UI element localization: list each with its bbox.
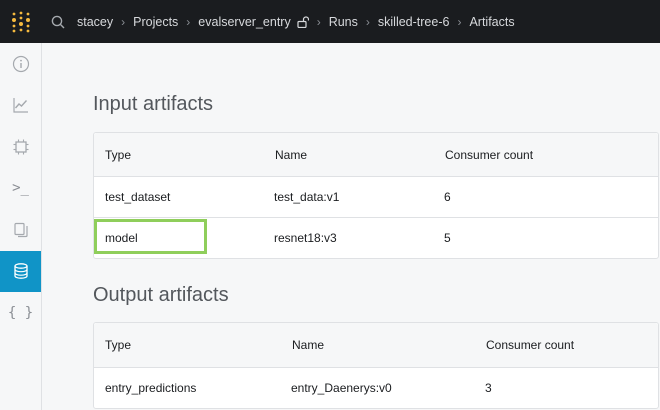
column-header-consumer-count[interactable]: Consumer count [486, 338, 574, 352]
table-row[interactable]: entry_predictions entry_Daenerys:v0 3 [94, 367, 658, 408]
search-icon[interactable] [41, 0, 75, 43]
unlock-icon[interactable] [297, 15, 309, 28]
chevron-right-icon: › [365, 14, 370, 29]
artifact-type: test_dataset [105, 190, 171, 204]
breadcrumb-project[interactable]: evalserver_entry [198, 15, 290, 29]
chevron-right-icon: › [121, 14, 126, 29]
chevron-right-icon: › [457, 14, 462, 29]
chevron-right-icon: › [316, 14, 321, 29]
column-header-type[interactable]: Type [105, 338, 131, 352]
column-header-name[interactable]: Name [292, 338, 324, 352]
sidebar-item-charts[interactable] [0, 85, 41, 127]
breadcrumb-run[interactable]: skilled-tree-6 [378, 15, 450, 29]
sidebar-item-artifacts[interactable] [0, 250, 41, 292]
artifact-name[interactable]: test_data:v1 [274, 190, 339, 204]
sidebar-item-system[interactable] [0, 126, 41, 168]
breadcrumb-page[interactable]: Artifacts [469, 15, 514, 29]
files-icon [13, 222, 28, 237]
output-artifacts-title: Output artifacts [93, 284, 229, 306]
sidebar-item-files[interactable] [0, 209, 41, 251]
input-artifacts-title: Input artifacts [93, 93, 214, 115]
terminal-icon: >_ [12, 180, 29, 197]
sidebar-item-overview[interactable] [0, 43, 41, 85]
table-header: Type Name Consumer count [94, 133, 658, 176]
consumer-count: 5 [444, 231, 451, 245]
breadcrumb-user[interactable]: stacey [77, 15, 113, 29]
column-header-name[interactable]: Name [275, 148, 307, 162]
output-artifacts-table: Type Name Consumer count entry_predictio… [93, 322, 659, 409]
sidebar-item-logs[interactable]: >_ [0, 168, 41, 210]
braces-icon: { } [7, 304, 34, 321]
artifact-type: model [105, 231, 138, 245]
input-artifacts-table: Type Name Consumer count test_dataset te… [93, 132, 659, 259]
consumer-count: 3 [485, 381, 492, 395]
table-row[interactable]: model resnet18:v3 5 [94, 217, 658, 258]
column-header-type[interactable]: Type [105, 148, 131, 162]
artifact-name[interactable]: entry_Daenerys:v0 [291, 381, 392, 395]
top-bar: stacey › Projects › evalserver_entry › R… [0, 0, 660, 43]
database-icon [13, 263, 28, 280]
column-header-consumer-count[interactable]: Consumer count [445, 148, 533, 162]
chevron-right-icon: › [186, 14, 191, 29]
line-chart-icon [12, 98, 28, 113]
breadcrumb: stacey › Projects › evalserver_entry › R… [77, 15, 515, 29]
info-icon [12, 55, 29, 72]
artifact-type: entry_predictions [105, 381, 197, 395]
main-content: Input artifacts Type Name Consumer count… [42, 43, 660, 410]
table-row[interactable]: test_dataset test_data:v1 6 [94, 176, 658, 217]
wandb-logo-icon[interactable] [0, 0, 41, 43]
table-header: Type Name Consumer count [94, 323, 658, 367]
breadcrumb-projects[interactable]: Projects [133, 15, 178, 29]
chip-icon [13, 139, 28, 155]
sidebar-item-code[interactable]: { } [0, 292, 41, 334]
consumer-count: 6 [444, 190, 451, 204]
sidebar: >_ { } [0, 43, 42, 410]
artifact-name[interactable]: resnet18:v3 [274, 231, 337, 245]
breadcrumb-runs[interactable]: Runs [329, 15, 358, 29]
